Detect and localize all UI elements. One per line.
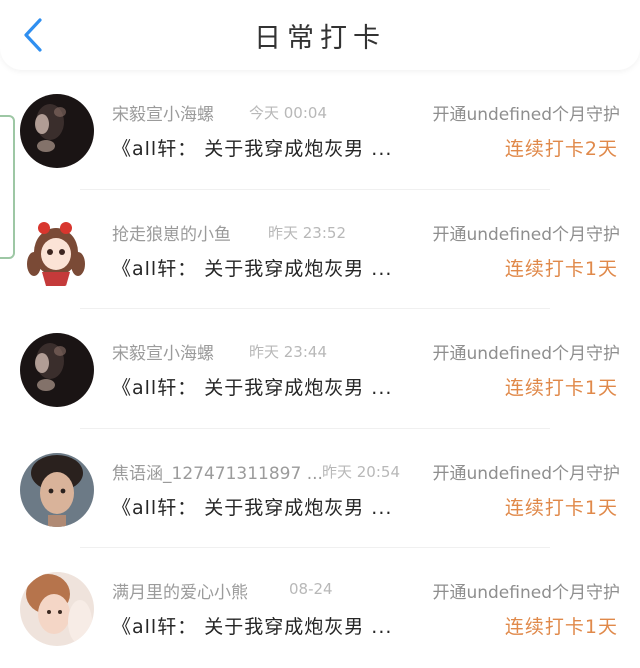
book-title[interactable]: 《all轩： 关于我穿成炮灰男 ...: [112, 493, 392, 520]
list-item[interactable]: 满月里的爱心小熊 08-24 开通undefined个月守护 《all轩： 关于…: [0, 548, 640, 668]
checkin-time: 昨天 20:54: [322, 462, 400, 481]
guard-status: 开通undefined个月守护: [432, 463, 620, 484]
guard-status: 开通undefined个月守护: [432, 105, 620, 125]
checkin-time: 今天 00:04: [249, 104, 327, 122]
avatar[interactable]: [20, 333, 94, 407]
avatar[interactable]: [16, 213, 90, 288]
book-title[interactable]: 《all轩： 关于我穿成炮灰男 ...: [112, 373, 392, 400]
list-item[interactable]: 宋毅宣小海螺 今天 00:04 开通undefined个月守护 《all轩： 关…: [0, 70, 640, 190]
streak-label: 连续打卡1天: [504, 257, 618, 280]
user-name[interactable]: 抢走狼崽的小鱼: [112, 220, 231, 245]
streak-label: 连续打卡1天: [504, 616, 618, 638]
user-name[interactable]: 满月里的爱心小熊: [112, 578, 248, 603]
avatar[interactable]: [20, 94, 94, 168]
checkin-list: 宋毅宣小海螺 今天 00:04 开通undefined个月守护 《all轩： 关…: [0, 70, 640, 668]
dark-portrait-avatar-icon: [20, 333, 94, 407]
streak-label: 连续打卡1天: [504, 377, 618, 399]
list-item[interactable]: 宋毅宣小海螺 昨天 23:44 开通undefined个月守护 《all轩： 关…: [0, 309, 640, 429]
user-name[interactable]: 宋毅宣小海螺: [112, 339, 214, 364]
dark-portrait-avatar-icon: [20, 94, 94, 168]
cartoon-girl-avatar-icon: [16, 213, 90, 288]
photo-portrait-avatar-icon: [20, 572, 94, 646]
top-bar: 日常打卡: [0, 0, 640, 70]
user-name[interactable]: 宋毅宣小海螺: [112, 100, 214, 125]
book-title[interactable]: 《all轩： 关于我穿成炮灰男 ...: [112, 612, 392, 639]
user-name[interactable]: 焦语涵_127471311897 ...: [112, 459, 323, 484]
guard-status: 开通undefined个月守护: [432, 344, 620, 364]
streak-label: 连续打卡2天: [504, 138, 618, 160]
checkin-time: 昨天 23:52: [268, 223, 346, 242]
list-item[interactable]: 抢走狼崽的小鱼 昨天 23:52 开通undefined个月守护 《all轩： …: [0, 190, 640, 309]
guard-status: 开通undefined个月守护: [432, 583, 620, 603]
avatar[interactable]: [20, 572, 94, 646]
streak-label: 连续打卡1天: [504, 496, 618, 519]
book-title[interactable]: 《all轩： 关于我穿成炮灰男 ...: [112, 134, 392, 161]
page-title: 日常打卡: [254, 23, 386, 54]
checkin-time: 昨天 23:44: [249, 343, 327, 361]
avatar[interactable]: [20, 452, 94, 527]
photo-portrait-avatar-icon: [20, 452, 94, 527]
guard-status: 开通undefined个月守护: [432, 224, 620, 245]
book-title[interactable]: 《all轩： 关于我穿成炮灰男 ...: [112, 254, 392, 281]
list-item[interactable]: 焦语涵_127471311897 ... 昨天 20:54 开通undefine…: [0, 429, 640, 548]
checkin-time: 08-24: [289, 580, 333, 598]
